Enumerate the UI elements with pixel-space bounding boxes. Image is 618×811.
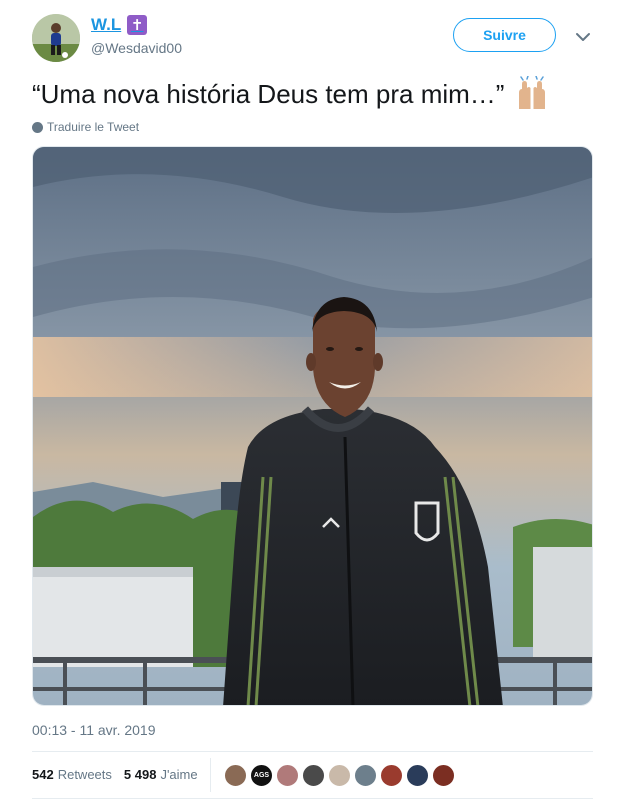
retweets-label[interactable]: Retweets bbox=[58, 767, 112, 782]
tweet-photo[interactable] bbox=[32, 146, 593, 706]
likes-stat[interactable]: 5 498 J'aime bbox=[124, 767, 198, 782]
follow-button[interactable]: Suivre bbox=[453, 18, 556, 52]
liker-avatar[interactable]: AGS bbox=[250, 764, 273, 787]
author-handle[interactable]: @Wesdavid00 bbox=[91, 40, 182, 56]
cross-icon: ✝ bbox=[127, 15, 148, 35]
display-name-text[interactable]: W.L bbox=[91, 15, 121, 35]
divider bbox=[32, 798, 593, 799]
likes-label[interactable]: J'aime bbox=[160, 767, 197, 782]
tweet-card: W.L ✝ @Wesdavid00 Suivre “Uma nova histó… bbox=[0, 0, 618, 811]
raised-hands-icon bbox=[514, 75, 550, 112]
retweets-count[interactable]: 542 bbox=[32, 767, 54, 782]
tweet-text-content: “Uma nova história Deus tem pra mim…” bbox=[32, 78, 505, 109]
liker-avatar[interactable] bbox=[224, 764, 247, 787]
divider bbox=[32, 751, 593, 752]
likers-avatar-list: AGS bbox=[224, 764, 455, 787]
author-display-name[interactable]: W.L ✝ bbox=[91, 15, 148, 35]
liker-avatar[interactable] bbox=[328, 764, 351, 787]
globe-icon bbox=[32, 121, 43, 133]
liker-avatar[interactable] bbox=[302, 764, 325, 787]
liker-avatar[interactable] bbox=[380, 764, 403, 787]
stats-divider bbox=[210, 758, 211, 792]
chevron-down-icon[interactable] bbox=[574, 30, 592, 44]
tweet-timestamp[interactable]: 00:13 - 11 avr. 2019 bbox=[32, 722, 156, 738]
translate-label[interactable]: Traduire le Tweet bbox=[47, 120, 139, 134]
likes-count[interactable]: 5 498 bbox=[124, 767, 157, 782]
liker-avatar[interactable] bbox=[354, 764, 377, 787]
translate-link[interactable]: Traduire le Tweet bbox=[32, 120, 139, 134]
liker-avatar[interactable] bbox=[406, 764, 429, 787]
liker-avatar[interactable] bbox=[432, 764, 455, 787]
liker-avatar[interactable] bbox=[276, 764, 299, 787]
tweet-text: “Uma nova história Deus tem pra mim…” bbox=[32, 75, 550, 112]
author-avatar[interactable] bbox=[32, 14, 80, 62]
tweet-stats: 542 Retweets 5 498 J'aime bbox=[32, 767, 210, 782]
retweets-stat[interactable]: 542 Retweets bbox=[32, 767, 112, 782]
